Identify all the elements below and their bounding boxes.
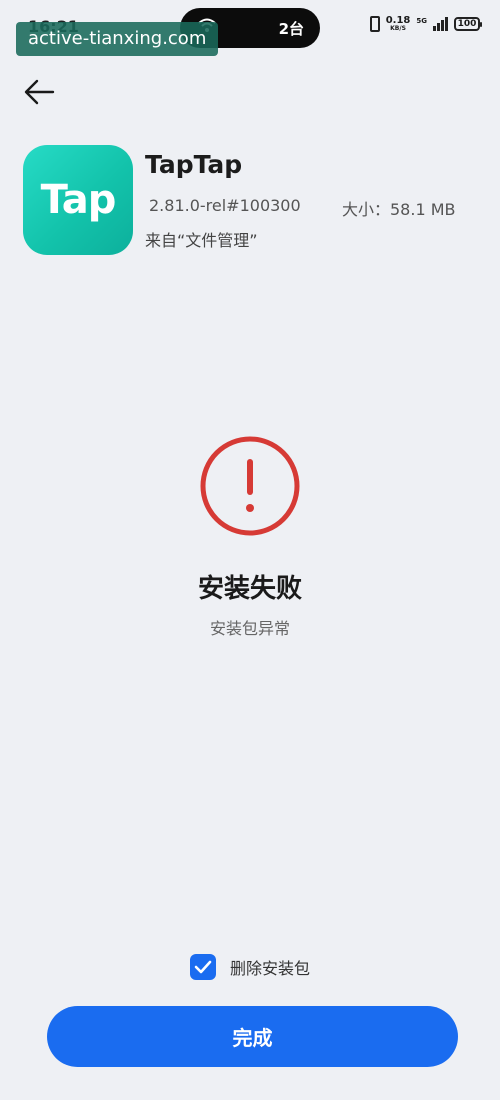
- app-icon: Tap: [23, 145, 133, 255]
- back-button[interactable]: [20, 72, 60, 112]
- install-result-page: 16:21 2台 0.18 KB/S 5G 100 active-tianxin…: [0, 0, 500, 1100]
- network-type: 5G: [416, 17, 427, 25]
- checkmark-icon: [194, 960, 212, 974]
- battery-icon: 100: [454, 17, 482, 31]
- delete-package-option[interactable]: 删除安装包: [190, 953, 310, 981]
- status-right-group: 0.18 KB/S 5G 100: [369, 15, 482, 32]
- net-speed: 0.18 KB/S: [385, 15, 411, 32]
- back-arrow-icon: [24, 79, 55, 105]
- watermark: active-tianxing.com: [16, 22, 219, 56]
- vibrate-icon: [369, 16, 380, 32]
- app-icon-logo: Tap: [40, 177, 117, 223]
- island-count: 2台: [278, 20, 304, 38]
- signal-icon: [433, 17, 448, 31]
- delete-package-checkbox[interactable]: [190, 954, 216, 980]
- install-failed-reason: 安装包异常: [209, 619, 290, 638]
- delete-package-label: 删除安装包: [230, 959, 311, 978]
- install-failed-title: 安装失败: [197, 574, 302, 604]
- app-source: 来自“文件管理”: [145, 231, 258, 250]
- done-button[interactable]: 完成: [47, 1006, 458, 1067]
- app-size: 大小：58.1 MB: [342, 200, 456, 219]
- app-version: 2.81.0-rel#100300: [149, 196, 301, 215]
- app-name: TapTap: [145, 150, 243, 179]
- error-exclamation-icon: [200, 436, 300, 536]
